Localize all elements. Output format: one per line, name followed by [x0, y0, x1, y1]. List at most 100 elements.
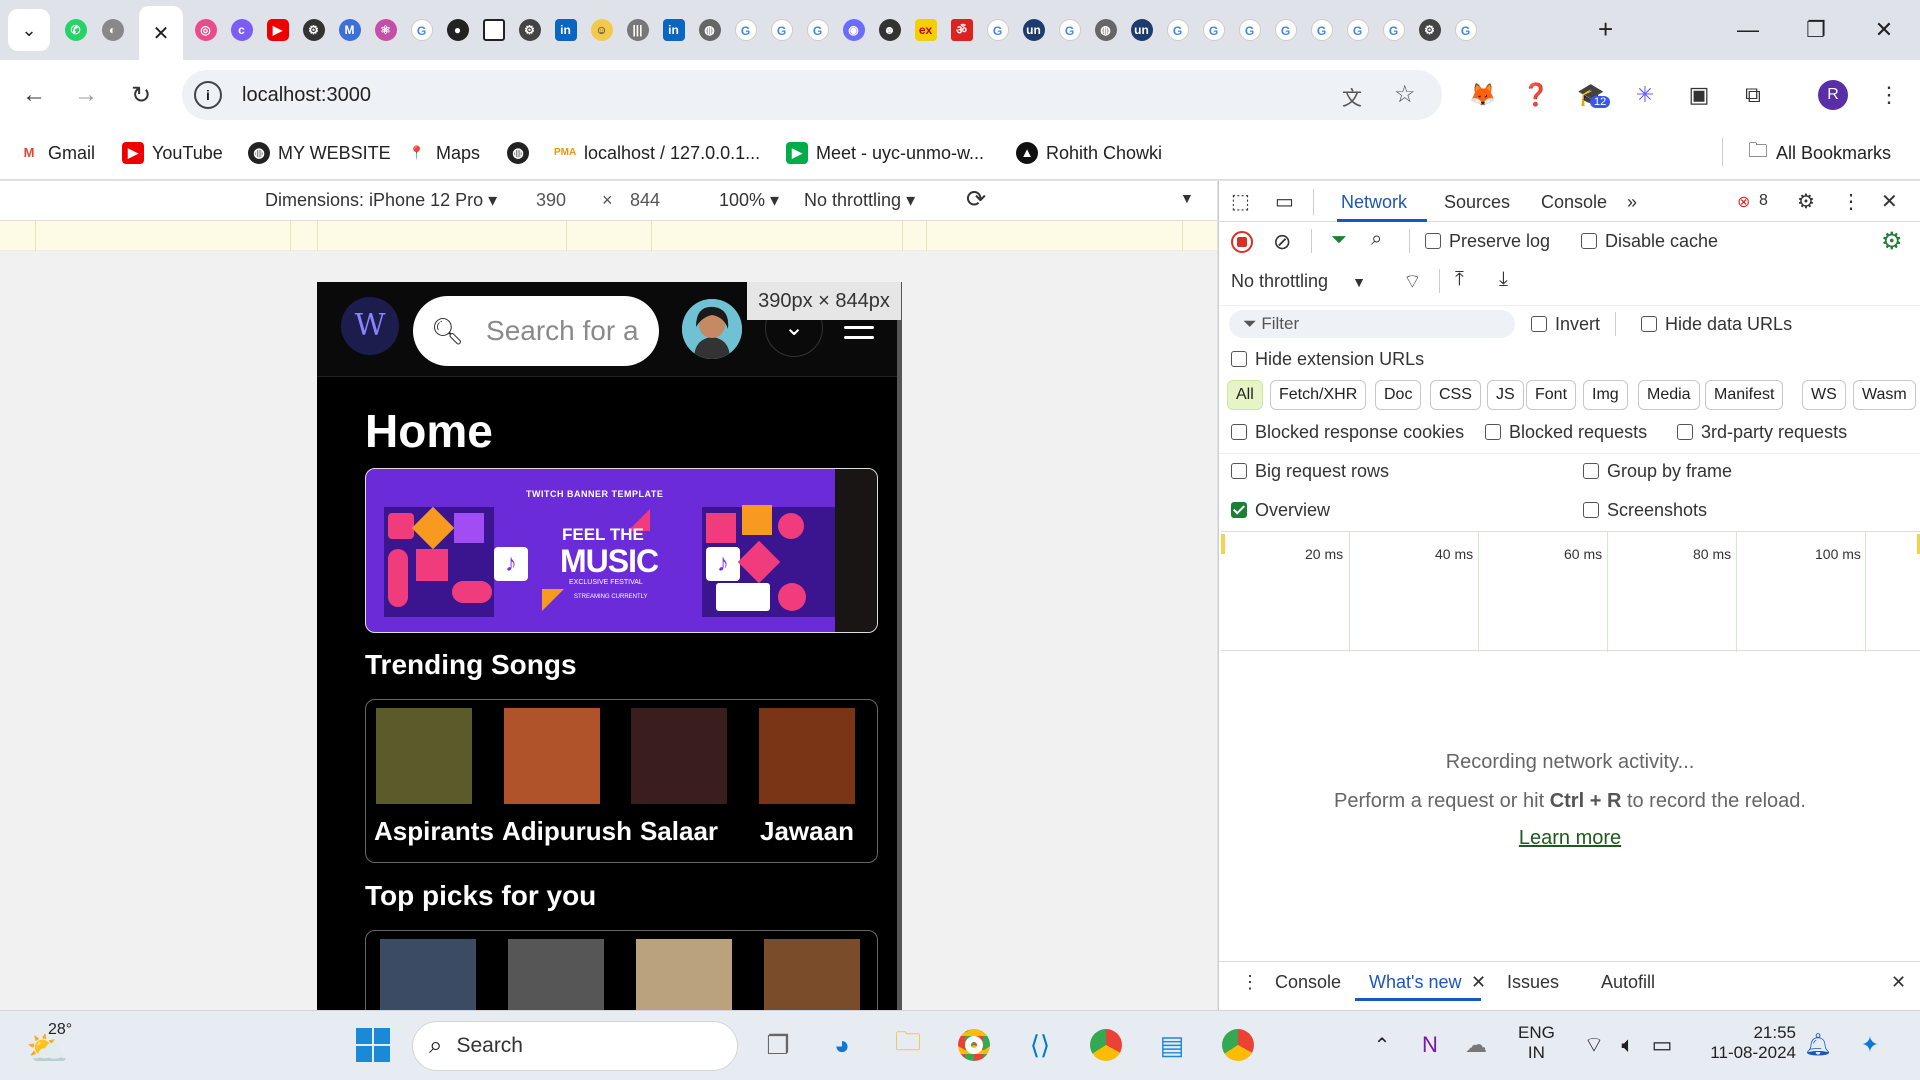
hide-extension-urls-checkbox[interactable]: Hide extension URLs — [1231, 349, 1424, 370]
forward-button[interactable]: → — [68, 77, 104, 113]
type-filter-font[interactable]: Font — [1526, 380, 1577, 410]
device-more-icon[interactable]: ▼ — [1180, 190, 1194, 206]
new-tab-button[interactable]: + — [1598, 14, 1613, 45]
tab-google-6[interactable]: G — [1052, 14, 1087, 46]
drawer-close-icon[interactable]: ✕ — [1891, 972, 1906, 993]
throttling-select[interactable]: No throttling ▾ — [804, 190, 915, 211]
learn-more-link[interactable]: Learn more — [1219, 827, 1920, 850]
type-filter-fetch-xhr[interactable]: Fetch/XHR — [1270, 380, 1367, 410]
invert-checkbox[interactable]: Invert — [1531, 314, 1600, 335]
tab-un-2[interactable]: un — [1124, 14, 1159, 46]
picture-in-picture-icon[interactable]: ▣ — [1682, 78, 1716, 112]
profile-avatar[interactable]: R — [1816, 78, 1850, 112]
pick-card[interactable] — [764, 939, 860, 1010]
bookmark-youtube[interactable]: ▶ YouTube — [122, 138, 223, 168]
song-card[interactable]: Aspirants — [374, 708, 494, 847]
hero-banner[interactable]: ♪ ♪ TWITCH BANNER TEMPLATE FEEL THE MUSI… — [365, 468, 878, 633]
pick-card[interactable] — [636, 939, 732, 1010]
tab-whatsapp[interactable]: ✆ — [58, 14, 93, 46]
bookmark-gmail[interactable]: M Gmail — [18, 138, 95, 168]
bookmark-star-icon[interactable]: ☆ — [1394, 80, 1416, 109]
task-view-icon[interactable]: ❐ — [756, 1023, 800, 1067]
devtools-close-icon[interactable]: ✕ — [1881, 189, 1898, 214]
tab-bars[interactable]: ||| — [620, 14, 655, 46]
type-filter-css[interactable]: CSS — [1430, 380, 1481, 410]
extensions-puzzle-icon[interactable]: ⧉ — [1736, 78, 1770, 112]
all-bookmarks[interactable]: 🗀 All Bookmarks — [1748, 138, 1891, 168]
app-logo[interactable]: W — [341, 297, 399, 355]
menu-kebab-icon[interactable]: ⋮ — [1872, 78, 1906, 112]
tab-red-logo[interactable]: ॐ — [944, 14, 979, 46]
song-card[interactable]: Jawaan — [757, 708, 857, 847]
url-text[interactable]: localhost:3000 — [242, 84, 371, 107]
tab-google-10[interactable]: G — [1268, 14, 1303, 46]
import-har-icon[interactable]: ⤒ — [1455, 268, 1464, 291]
network-conditions-icon[interactable]: ⌔ — [1403, 269, 1422, 294]
tab-google-3[interactable]: G — [764, 14, 799, 46]
site-info-icon[interactable]: i — [194, 81, 222, 109]
rotate-icon[interactable]: ⟳ — [966, 185, 986, 214]
vscode-icon[interactable]: ⟨⟩ — [1018, 1023, 1062, 1067]
onedrive-icon[interactable]: ☁ — [1454, 1023, 1498, 1067]
blocked-requests-checkbox[interactable]: Blocked requests — [1485, 422, 1647, 443]
copilot-icon[interactable]: ✦ — [1848, 1023, 1892, 1067]
error-icon[interactable]: ⊗ — [1737, 192, 1750, 212]
network-throttling-select[interactable]: No throttling ▼ — [1231, 271, 1366, 292]
close-window-button[interactable]: ✕ — [1854, 10, 1914, 50]
device-height-input[interactable]: 844 — [630, 190, 660, 211]
user-avatar[interactable] — [682, 299, 742, 359]
overview-checkbox[interactable]: Overview — [1231, 500, 1330, 521]
notepad-icon[interactable]: ▤ — [1150, 1023, 1194, 1067]
taskbar-search[interactable]: ⌕ Search — [412, 1021, 738, 1071]
network-settings-icon[interactable]: ⚙ — [1881, 227, 1903, 256]
tab-un[interactable]: un — [1016, 14, 1051, 46]
type-filter-js[interactable]: JS — [1487, 380, 1524, 410]
tab-google-9[interactable]: G — [1232, 14, 1267, 46]
extension-fox-icon[interactable]: 🦊 — [1466, 78, 1500, 112]
tab-globe[interactable]: ◍ — [692, 14, 727, 46]
tray-overflow-icon[interactable]: ⌃ — [1360, 1023, 1404, 1067]
translate-icon[interactable]: 文 — [1342, 82, 1362, 111]
zoom-select[interactable]: 100% ▾ — [719, 190, 779, 211]
pick-card[interactable] — [380, 939, 476, 1010]
device-width-input[interactable]: 390 — [536, 190, 566, 211]
tab-github[interactable]: ● — [440, 14, 475, 46]
extension-help-icon[interactable]: ❓ — [1519, 78, 1553, 112]
type-filter-ws[interactable]: WS — [1802, 380, 1846, 410]
chrome-profile-icon-2[interactable] — [1216, 1023, 1260, 1067]
tab-google-4[interactable]: G — [800, 14, 835, 46]
tab-network[interactable]: Network — [1341, 192, 1407, 213]
tab-react[interactable]: ⚛ — [368, 14, 403, 46]
drawer-tab-issues[interactable]: Issues — [1507, 972, 1559, 993]
address-bar[interactable]: i localhost:3000 文 ☆ — [182, 70, 1442, 120]
preserve-log-checkbox[interactable]: Preserve log — [1425, 231, 1550, 252]
tab-google[interactable]: G — [404, 14, 439, 46]
record-stop-icon[interactable] — [1231, 231, 1253, 253]
third-party-requests-checkbox[interactable]: 3rd-party requests — [1677, 422, 1847, 443]
tab-generic[interactable]: ◐ — [95, 14, 130, 46]
tab-chatgpt-3[interactable]: ⚙ — [1412, 14, 1447, 46]
screenshots-checkbox[interactable]: Screenshots — [1583, 500, 1707, 521]
file-explorer-icon[interactable]: 🗀 — [886, 1023, 930, 1067]
type-filter-media[interactable]: Media — [1638, 380, 1700, 410]
type-filter-wasm[interactable]: Wasm — [1853, 380, 1916, 410]
filter-input[interactable]: ⏷ Filter — [1229, 310, 1515, 338]
devtools-menu-icon[interactable]: ⋮ — [1841, 189, 1861, 214]
active-tab-close[interactable]: ✕ — [139, 6, 183, 60]
song-card[interactable]: Salaar — [629, 708, 729, 847]
tab-youtube[interactable]: ▶ — [260, 14, 295, 46]
tab-square[interactable] — [476, 14, 511, 46]
tab-sources[interactable]: Sources — [1444, 192, 1510, 213]
tab-google-8[interactable]: G — [1196, 14, 1231, 46]
device-select[interactable]: Dimensions: iPhone 12 Pro ▾ — [265, 190, 497, 211]
tab-google-7[interactable]: G — [1160, 14, 1195, 46]
tab-linkedin-2[interactable]: in — [656, 14, 691, 46]
page-scrollbar[interactable] — [897, 282, 902, 1010]
timeline-handle-left[interactable] — [1221, 534, 1225, 554]
bookmark-meet[interactable]: ▶ Meet - uyc-unmo-w... — [786, 138, 984, 168]
tab-ex[interactable]: ex — [908, 14, 943, 46]
song-card[interactable]: Adipurush — [502, 708, 632, 847]
tab-google-5[interactable]: G — [980, 14, 1015, 46]
drawer-menu-icon[interactable]: ⋮ — [1241, 972, 1259, 993]
bookmark-globe[interactable]: ◍ — [507, 138, 529, 168]
